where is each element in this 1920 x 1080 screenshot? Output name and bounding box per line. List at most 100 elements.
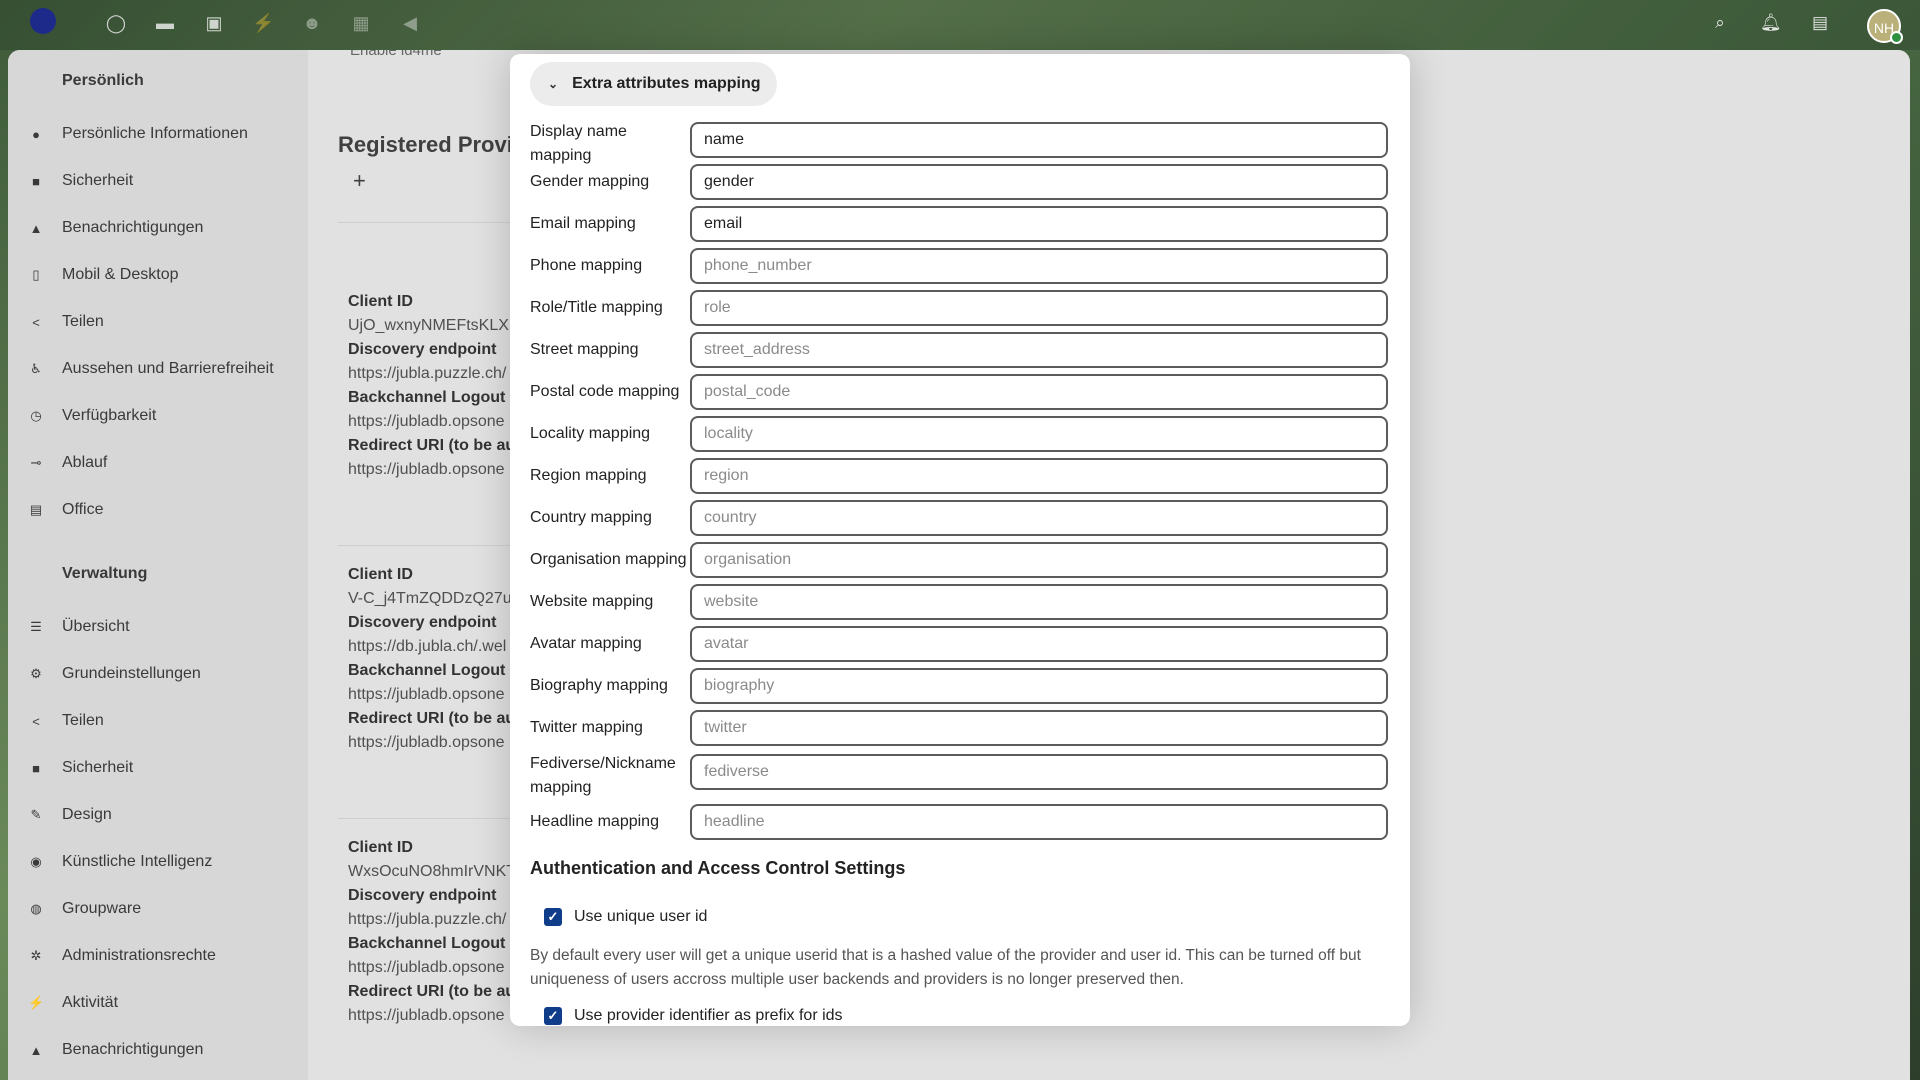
email-mapping-input[interactable] <box>690 206 1388 242</box>
checkmark-icon[interactable]: ✓ <box>544 1007 562 1025</box>
sidebar-item-personal-info[interactable]: ● Persönliche Informationen <box>28 119 248 149</box>
gear-icon: ⚙︎ <box>30 666 42 681</box>
field-label: Organisation mapping <box>530 551 687 568</box>
extra-attributes-toggle[interactable]: ⌄ Extra attributes mapping <box>530 62 777 106</box>
page-title: Registered Provid <box>338 132 527 157</box>
flow-icon: ⊸ <box>30 455 42 470</box>
accessibility-icon: ♿︎ <box>30 361 42 376</box>
field-label: Gender mapping <box>530 173 650 190</box>
nextcloud-logo[interactable] <box>30 8 56 34</box>
sidebar-item-appearance[interactable]: ♿︎ Aussehen und Barrierefreiheit <box>28 354 274 384</box>
sidebar-item-overview[interactable]: ☰ Übersicht <box>28 612 129 642</box>
admin-heading: Verwaltung <box>62 565 148 582</box>
field-label: Email mapping <box>530 215 636 232</box>
sidebar-item-activity[interactable]: ⚡ Aktivität <box>28 988 118 1018</box>
field-label: Avatar mapping <box>530 635 642 652</box>
header-bar: ◯ ▬ ▣ ⚡ ☻ ▦ ◀ ⌕ 🔔︎ ▤ NH <box>0 0 1920 50</box>
field-label: Locality mapping <box>530 425 651 442</box>
headline-mapping-input[interactable] <box>690 804 1388 840</box>
enable-id4me-label: Enable id4me <box>350 50 442 59</box>
activity-icon: ⚡ <box>28 995 45 1010</box>
bell-icon: ▲ <box>29 1042 43 1058</box>
phone-icon: ▯ <box>32 267 40 282</box>
contacts-icon[interactable]: ☻ <box>301 12 323 34</box>
sidebar-item-basic-settings[interactable]: ⚙︎ Grundeinstellungen <box>28 659 201 689</box>
field-label: Street mapping <box>530 341 639 358</box>
sidebar-item-availability[interactable]: ◷ Verfügbarkeit <box>28 401 156 431</box>
sidebar-item-admin-sharing[interactable]: < Teilen <box>28 706 104 736</box>
field-label: Phone mapping <box>530 257 643 274</box>
biography-mapping-input[interactable] <box>690 668 1388 704</box>
field-label: Country mapping <box>530 509 652 526</box>
organisation-mapping-input[interactable] <box>690 542 1388 578</box>
files-icon[interactable]: ▬ <box>154 12 176 34</box>
clock-icon: ◷ <box>30 408 42 423</box>
role-mapping-input[interactable] <box>690 290 1388 326</box>
list-icon: ☰ <box>30 619 42 634</box>
header-right-menu: ⌕ 🔔︎ ▤ <box>1710 13 1830 33</box>
website-mapping-input[interactable] <box>690 584 1388 620</box>
sidebar-item-mobile-desktop[interactable]: ▯ Mobil & Desktop <box>28 260 178 290</box>
ai-icon: ◉ <box>30 854 42 869</box>
app-menu: ◯ ▬ ▣ ⚡ ☻ ▦ ◀ <box>105 12 421 34</box>
field-label: Biography mapping <box>530 677 668 694</box>
field-label: Display name mapping <box>530 123 627 164</box>
sidebar-item-admin-notifications[interactable]: ▲ Benachrichtigungen <box>28 1035 204 1065</box>
unique-user-id-hint: By default every user will get a unique … <box>530 947 1361 988</box>
country-mapping-input[interactable] <box>690 500 1388 536</box>
status-indicator <box>1890 31 1903 44</box>
locality-mapping-input[interactable] <box>690 416 1388 452</box>
sidebar-item-admin-security[interactable]: ■ Sicherheit <box>28 753 133 783</box>
sidebar-item-notifications[interactable]: ▲ Benachrichtigungen <box>28 213 204 243</box>
phone-mapping-input[interactable] <box>690 248 1388 284</box>
activity-icon[interactable]: ⚡ <box>252 12 274 34</box>
sidebar-item-design[interactable]: ✎ Design <box>28 800 112 830</box>
bell-icon: ▲ <box>29 220 43 236</box>
settings-sidebar: Persönlich ● Persönliche Informationen ■ S… <box>8 50 308 1080</box>
avatar-mapping-input[interactable] <box>690 626 1388 662</box>
street-mapping-input[interactable] <box>690 332 1388 368</box>
lock-icon: ■ <box>32 760 40 776</box>
admin-gear-icon: ✲ <box>30 948 42 963</box>
sidebar-item-office[interactable]: ▤ Office <box>28 495 104 525</box>
extra-attributes-label: Extra attributes mapping <box>572 75 761 92</box>
field-label: Region mapping <box>530 467 647 484</box>
document-icon: ▤ <box>29 502 43 517</box>
calendar-icon[interactable]: ▦ <box>350 12 372 34</box>
region-mapping-input[interactable] <box>690 458 1388 494</box>
sidebar-item-admin-rights[interactable]: ✲ Administrationsrechte <box>28 941 216 971</box>
notifications-icon[interactable]: 🔔︎ <box>1760 13 1782 33</box>
divider <box>338 818 518 819</box>
search-icon[interactable]: ⌕ <box>1710 13 1730 33</box>
groupware-icon: ◍ <box>30 901 42 916</box>
user-icon: ● <box>32 126 40 142</box>
gender-mapping-input[interactable] <box>690 164 1388 200</box>
announcements-icon[interactable]: ◀ <box>399 12 421 34</box>
add-provider-button[interactable]: + <box>353 168 366 194</box>
divider <box>338 222 518 223</box>
share-icon: < <box>32 713 40 729</box>
field-label: Twitter mapping <box>530 719 643 736</box>
field-label: Fediverse/Nickname mapping <box>530 755 676 796</box>
sidebar-item-flow[interactable]: ⊸ Ablauf <box>28 448 108 478</box>
provider-prefix-checkbox[interactable]: ✓ Use provider identifier as prefix for … <box>544 1007 843 1025</box>
unique-user-id-label: Use unique user id <box>574 908 708 925</box>
unique-user-id-checkbox[interactable]: ✓ Use unique user id <box>544 908 707 926</box>
contacts-menu-icon[interactable]: ▤ <box>1810 13 1830 33</box>
fediverse-mapping-input[interactable] <box>690 754 1388 790</box>
field-label: Headline mapping <box>530 813 659 830</box>
sidebar-item-ai[interactable]: ◉ Künstliche Intelligenz <box>28 847 212 877</box>
dashboard-icon[interactable]: ◯ <box>105 12 127 34</box>
postal-code-mapping-input[interactable] <box>690 374 1388 410</box>
brush-icon: ✎ <box>30 807 42 822</box>
lock-icon: ■ <box>32 173 40 189</box>
display-name-mapping-input[interactable] <box>690 122 1388 158</box>
sidebar-item-sharing[interactable]: < Teilen <box>28 307 104 337</box>
sidebar-item-groupware[interactable]: ◍ Groupware <box>28 894 141 924</box>
personal-heading: Persönlich <box>62 72 144 89</box>
field-label: Website mapping <box>530 593 654 610</box>
photos-icon[interactable]: ▣ <box>203 12 225 34</box>
checkmark-icon[interactable]: ✓ <box>544 908 562 926</box>
twitter-mapping-input[interactable] <box>690 710 1388 746</box>
sidebar-item-security[interactable]: ■ Sicherheit <box>28 166 133 196</box>
